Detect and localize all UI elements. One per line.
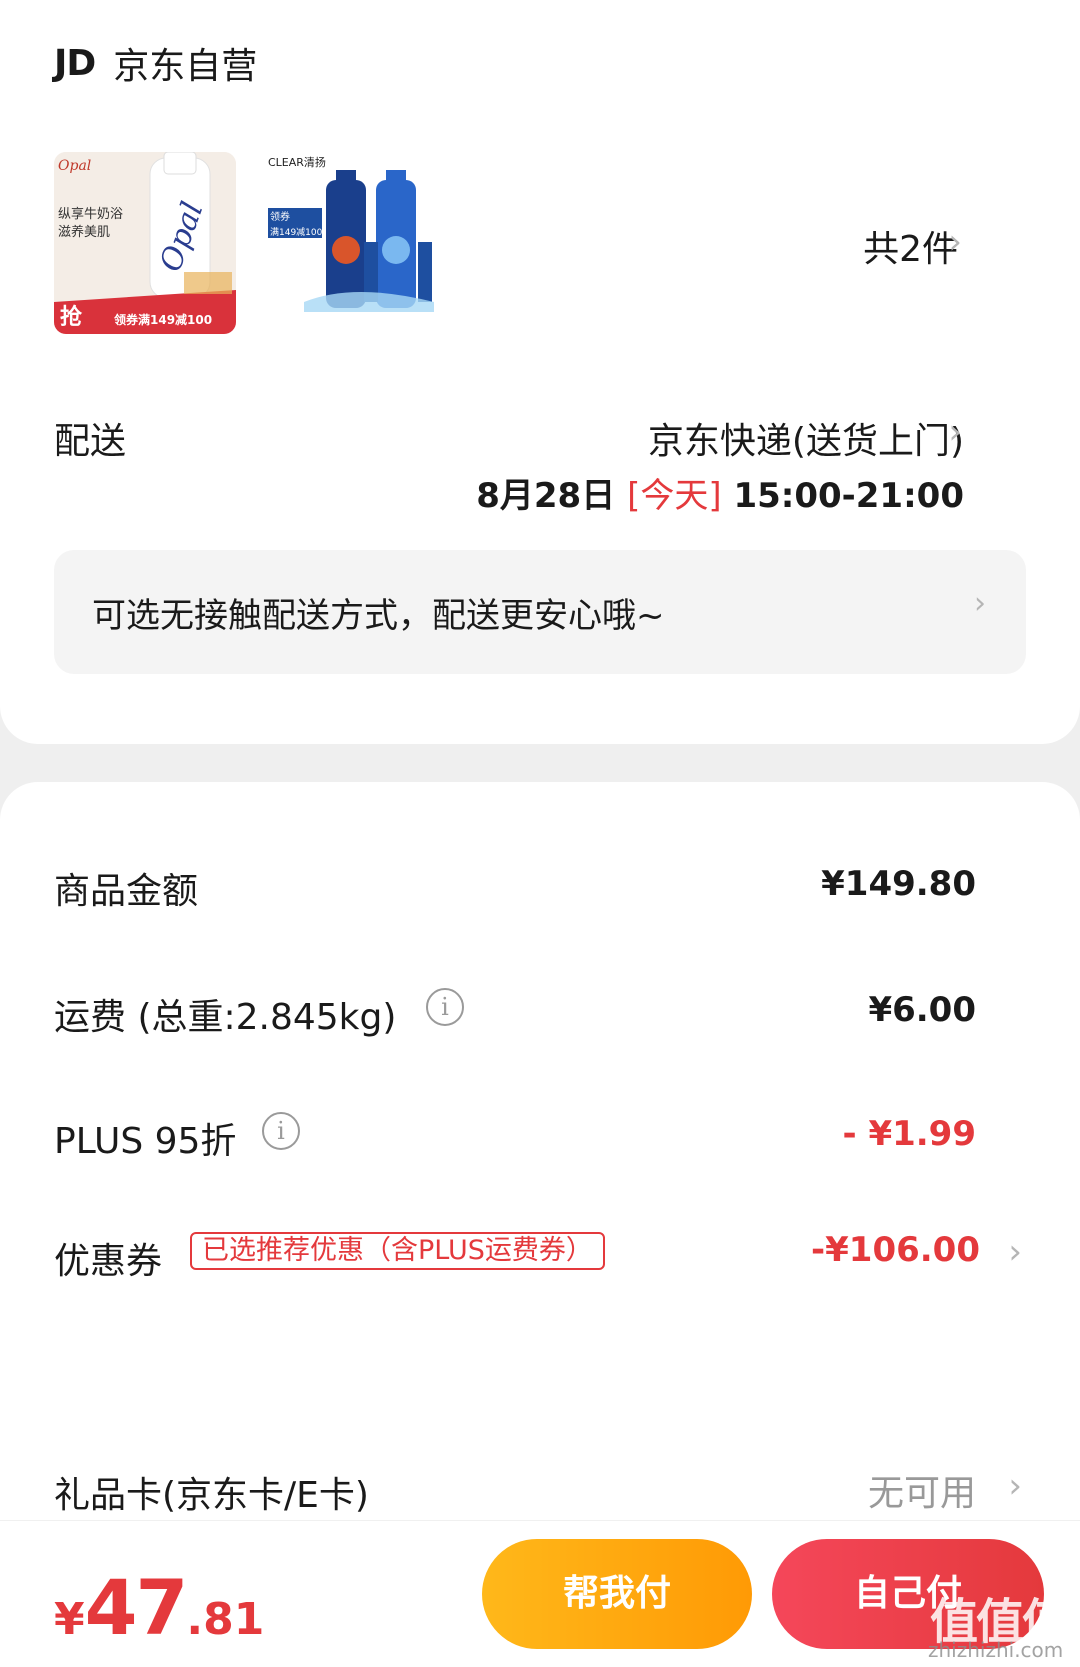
- svg-text:领券: 领券: [270, 210, 290, 223]
- plus-discount-value: - ¥1.99: [842, 1114, 977, 1154]
- checkout-bar: ¥47.81 帮我付 自己付: [0, 1520, 1080, 1667]
- notice-text: 可选无接触配送方式，配送更安心哦~: [92, 596, 665, 636]
- svg-text:领券满149减100: 领券满149减100: [114, 312, 212, 327]
- goods-amount-value: ¥149.80: [821, 864, 976, 904]
- delivery-time-range: 15:00-21:00: [733, 476, 964, 516]
- opal-product-image: Opal Opal 纵享牛奶浴 滋养美肌 抢 领券满149减100: [54, 152, 236, 334]
- coupon-label: 优惠券: [54, 1241, 163, 1282]
- delivery-label: 配送: [54, 421, 127, 462]
- clear-brand-logo: CLEAR清扬: [268, 155, 326, 169]
- svg-text:滋养美肌: 滋养美肌: [58, 224, 110, 240]
- delivery-date: 8月28日: [476, 476, 616, 516]
- jd-logo: JD: [54, 42, 96, 84]
- store-header: JD 京东自营: [54, 38, 257, 88]
- chevron-right-icon[interactable]: ›: [948, 412, 962, 452]
- total-currency: ¥: [54, 1594, 85, 1645]
- delivery-method[interactable]: 京东快递(送货上门): [648, 412, 964, 464]
- help-me-pay-button[interactable]: 帮我付: [482, 1539, 752, 1649]
- svg-text:纵享牛奶浴: 纵享牛奶浴: [58, 206, 123, 222]
- gift-card-value[interactable]: 无可用: [868, 1464, 976, 1516]
- chevron-right-icon[interactable]: ›: [974, 586, 986, 621]
- chevron-right-icon[interactable]: ›: [1008, 1232, 1022, 1272]
- items-count[interactable]: 共2件: [863, 220, 958, 272]
- total-decimal: .81: [186, 1594, 265, 1645]
- chevron-right-icon[interactable]: ›: [948, 222, 962, 262]
- coupon-recommended-tag[interactable]: 已选推荐优惠（含PLUS运费券）: [190, 1232, 605, 1270]
- goods-amount-label: 商品金额: [54, 871, 199, 912]
- contactless-delivery-notice[interactable]: 可选无接触配送方式，配送更安心哦~ ›: [54, 550, 1026, 674]
- info-icon[interactable]: i: [426, 988, 464, 1026]
- plus-discount-label: PLUS 95折: [54, 1121, 237, 1162]
- coupon-value[interactable]: -¥106.00: [811, 1230, 980, 1270]
- info-icon[interactable]: i: [262, 1112, 300, 1150]
- opal-brand-logo: Opal: [58, 158, 91, 174]
- svg-text:抢: 抢: [60, 304, 83, 330]
- gift-card-label: 礼品卡(京东卡/E卡): [54, 1475, 369, 1516]
- store-name: 京东自营: [113, 46, 258, 87]
- clear-product-image: CLEAR清扬 领券 满149减100: [264, 152, 446, 334]
- svg-text:满149减100: 满149减100: [270, 226, 323, 238]
- total-integer: 47: [84, 1563, 189, 1652]
- total-price: ¥47.81: [54, 1563, 264, 1652]
- product-thumbnail-opal[interactable]: Opal Opal 纵享牛奶浴 滋养美肌 抢 领券满149减100: [54, 152, 236, 334]
- order-info-card: JD 京东自营 Opal Opal 纵享牛奶浴 滋养美肌 抢 领券满149减10…: [0, 0, 1080, 744]
- delivery-time[interactable]: 8月28日 [今天] 15:00-21:00: [476, 468, 964, 517]
- shipping-label: 运费 (总重:2.845kg): [54, 997, 397, 1038]
- shipping-value: ¥6.00: [868, 990, 976, 1030]
- watermark-url: zhizhizhi.com: [928, 1638, 1064, 1662]
- chevron-right-icon[interactable]: ›: [1008, 1466, 1022, 1506]
- delivery-today-tag: [今天]: [627, 476, 722, 516]
- product-thumbnail-clear[interactable]: CLEAR清扬 领券 满149减100: [264, 152, 446, 334]
